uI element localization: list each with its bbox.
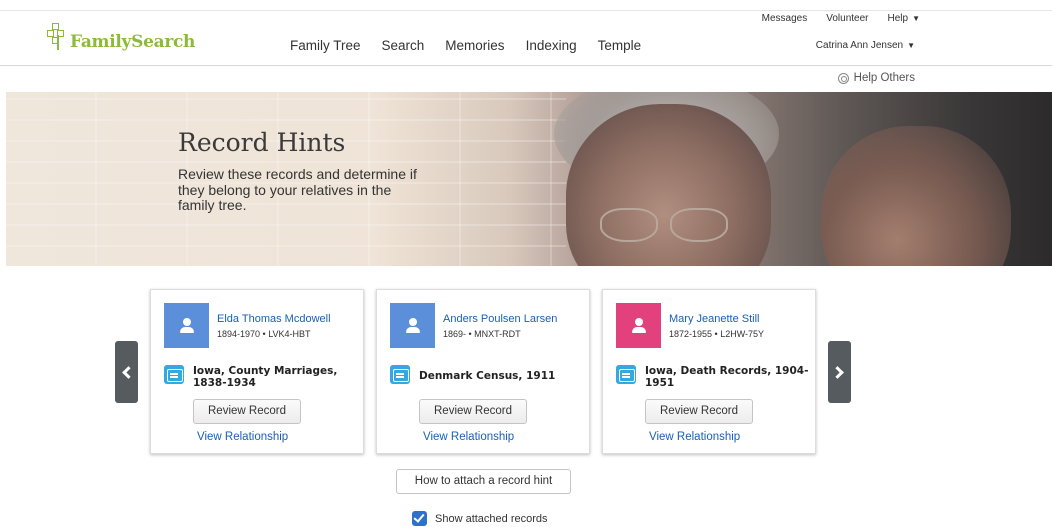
record-icon [616,365,636,384]
record-hint-card: Elda Thomas Mcdowell 1894-1970 • LVK4-HB… [150,289,364,454]
hero-photo-second-woman [821,126,1011,266]
nav-family-tree[interactable]: Family Tree [290,38,361,53]
help-menu[interactable]: Help ▼ [888,13,921,24]
person-icon [405,317,420,334]
view-relationship-link[interactable]: View Relationship [649,431,740,443]
record-hint-card: Mary Jeanette Still 1872-1955 • L2HW-75Y… [602,289,816,454]
review-record-button[interactable]: Review Record [193,399,301,424]
volunteer-link[interactable]: Volunteer [826,13,868,24]
person-name-link[interactable]: Anders Poulsen Larsen [443,313,557,325]
lifebuoy-icon [837,72,849,84]
view-relationship-link[interactable]: View Relationship [423,431,514,443]
help-others-link[interactable]: Help Others [837,72,915,84]
view-relationship-link[interactable]: View Relationship [197,431,288,443]
show-attached-label: Show attached records [435,512,548,525]
site-header: FamilySearch Family Tree Search Memories… [0,0,1052,66]
caret-down-icon: ▼ [907,41,915,50]
nav-memories[interactable]: Memories [445,38,504,53]
avatar[interactable] [390,303,435,348]
user-menu[interactable]: Catrina Ann Jensen ▼ [816,40,915,51]
header-top-divider [0,10,1052,11]
person-name-link[interactable]: Elda Thomas Mcdowell [217,313,331,325]
show-attached-toggle[interactable]: Show attached records [412,511,548,526]
checkbox-checked-icon[interactable] [412,511,427,526]
nav-temple[interactable]: Temple [598,38,642,53]
nav-indexing[interactable]: Indexing [526,38,577,53]
help-label: Help [887,13,909,24]
person-name-link[interactable]: Mary Jeanette Still [669,313,759,325]
messages-link[interactable]: Messages [762,13,808,24]
user-name: Catrina Ann Jensen [815,40,904,51]
record-title: Denmark Census, 1911 [419,370,556,382]
page-subtitle: Review these records and determine if th… [178,166,417,213]
chevron-right-icon [831,365,844,379]
familysearch-logo[interactable]: FamilySearch [47,23,195,51]
caret-down-icon: ▼ [912,14,920,23]
record-hint-card: Anders Poulsen Larsen 1869- • MNXT-RDT D… [376,289,590,454]
main-nav: Family Tree Search Memories Indexing Tem… [290,38,641,53]
carousel-prev-button[interactable] [115,341,138,403]
avatar[interactable] [164,303,209,348]
person-meta: 1869- • MNXT-RDT [443,329,521,339]
record-title: Iowa, Death Records, 1904-1951 [645,365,809,389]
help-others-label: Help Others [853,72,915,84]
hero-photo-glasses [600,208,735,246]
person-icon [631,317,646,334]
page-title: Record Hints [178,128,346,157]
person-meta: 1894-1970 • LVK4-HBT [217,329,311,339]
avatar[interactable] [616,303,661,348]
record-title: Iowa, County Marriages, 1838-1934 [193,365,338,389]
person-meta: 1872-1955 • L2HW-75Y [669,329,765,339]
hero-banner [6,92,1052,266]
person-icon [179,317,194,334]
utility-nav: Messages Volunteer Help ▼ [762,13,920,24]
review-record-button[interactable]: Review Record [419,399,527,424]
logo-text: FamilySearch [70,32,196,52]
review-record-button[interactable]: Review Record [645,399,753,424]
record-icon [164,365,184,384]
carousel-next-button[interactable] [828,341,851,403]
chevron-left-icon [122,365,135,379]
family-tree-logo-icon [47,23,69,51]
record-icon [390,365,410,384]
nav-search[interactable]: Search [382,38,425,53]
how-to-attach-button[interactable]: How to attach a record hint [396,469,571,494]
